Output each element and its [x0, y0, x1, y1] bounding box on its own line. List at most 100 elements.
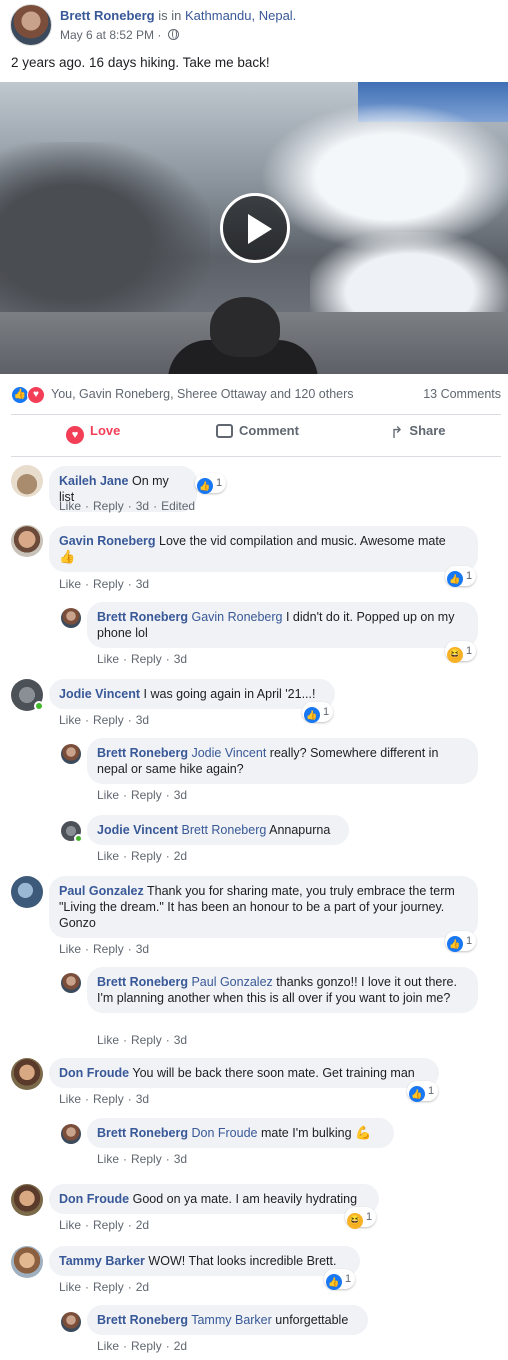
reply-link[interactable]: Reply [93, 713, 124, 727]
comment-author[interactable]: Paul Gonzalez [59, 884, 144, 898]
avatar[interactable] [61, 608, 81, 628]
author-avatar[interactable] [10, 4, 52, 46]
reply-link[interactable]: Reply [131, 1033, 162, 1047]
reaction-badge[interactable]: 😆 1 [345, 1207, 377, 1229]
avatar[interactable] [11, 465, 43, 497]
comment-time[interactable]: 3d [174, 788, 187, 802]
comment-author[interactable]: Brett Roneberg [97, 1126, 188, 1140]
mention-tag[interactable]: Jodie Vincent [191, 746, 266, 760]
like-link[interactable]: Like [59, 713, 81, 727]
comment-author[interactable]: Jodie Vincent [97, 823, 178, 837]
comment-time[interactable]: 3d [136, 499, 149, 513]
reactors-text[interactable]: You, Gavin Roneberg, Sheree Ottaway and … [51, 387, 354, 401]
reaction-icons[interactable]: 👍 ♥ [11, 386, 51, 404]
reaction-badge[interactable]: 👍 1 [195, 473, 227, 494]
comment-text: WOW! That looks incredible Brett. [148, 1254, 337, 1268]
reply-link[interactable]: Reply [93, 499, 124, 513]
comment-author[interactable]: Brett Roneberg [97, 1313, 188, 1327]
reaction-badge[interactable]: 👍 1 [445, 931, 477, 952]
reply-link[interactable]: Reply [131, 1152, 162, 1166]
comment-time[interactable]: 2d [174, 849, 187, 863]
comment-author[interactable]: Brett Roneberg [97, 975, 188, 989]
reply-link[interactable]: Reply [93, 1092, 124, 1106]
avatar[interactable] [11, 876, 43, 908]
comment-actions: Like · Reply · 2d [97, 849, 188, 863]
mention-tag[interactable]: Paul Gonzalez [191, 975, 272, 989]
like-link[interactable]: Like [97, 788, 119, 802]
avatar[interactable] [11, 1184, 43, 1216]
avatar[interactable] [61, 1124, 81, 1144]
comment-time[interactable]: 2d [174, 1339, 187, 1353]
comment-author[interactable]: Don Froude [59, 1192, 129, 1206]
avatar[interactable] [61, 1312, 81, 1332]
comment-actions: Like · Reply · 3d [97, 1152, 188, 1166]
like-link[interactable]: Like [97, 652, 119, 666]
like-icon: 👍 [447, 571, 463, 587]
reaction-badge[interactable]: 👍 1 [302, 702, 334, 723]
love-button[interactable]: ♥ Love [66, 423, 120, 447]
avatar[interactable] [11, 525, 43, 557]
avatar[interactable] [11, 1246, 43, 1278]
comment-author[interactable]: Gavin Roneberg [59, 534, 156, 548]
mention-tag[interactable]: Tammy Barker [191, 1313, 272, 1327]
checkin-location[interactable]: Kathmandu, Nepal. [185, 8, 296, 23]
comment-button[interactable]: Comment [216, 423, 299, 447]
comment-time[interactable]: 3d [174, 1152, 187, 1166]
globe-icon [167, 29, 179, 40]
flexed-biceps-emoji: 💪 [355, 1125, 372, 1140]
comment-author[interactable]: Brett Roneberg [97, 610, 188, 624]
post-header-line: Brett Roneberg is in Kathmandu, Nepal. [60, 8, 296, 23]
post-video[interactable] [0, 82, 508, 374]
comment-time[interactable]: 3d [174, 652, 187, 666]
reply-link[interactable]: Reply [93, 942, 124, 956]
comment-author[interactable]: Kaileh Jane [59, 474, 128, 488]
comment-author[interactable]: Jodie Vincent [59, 687, 140, 701]
post-timestamp[interactable]: May 6 at 8:52 PM [60, 28, 154, 42]
like-link[interactable]: Like [97, 849, 119, 863]
share-button[interactable]: ↱ Share [390, 423, 446, 447]
mention-tag[interactable]: Brett Roneberg [182, 823, 267, 837]
reply-link[interactable]: Reply [131, 849, 162, 863]
edited-label[interactable]: Edited [161, 499, 195, 513]
like-link[interactable]: Like [97, 1033, 119, 1047]
comment-bubble: Jodie Vincent I was going again in April… [49, 679, 335, 709]
comment-time[interactable]: 3d [136, 1092, 149, 1106]
author-name[interactable]: Brett Roneberg [60, 8, 155, 23]
mention-tag[interactable]: Don Froude [191, 1126, 257, 1140]
reaction-badge[interactable]: 👍 1 [324, 1269, 356, 1290]
reply-link[interactable]: Reply [93, 577, 124, 591]
mention-tag[interactable]: Gavin Roneberg [191, 610, 282, 624]
reaction-badge[interactable]: 👍 1 [445, 566, 477, 587]
comment-author[interactable]: Brett Roneberg [97, 746, 188, 760]
like-link[interactable]: Like [59, 499, 81, 513]
reaction-badge[interactable]: 👍 1 [407, 1081, 439, 1102]
reply-link[interactable]: Reply [131, 788, 162, 802]
comment-time[interactable]: 2d [136, 1280, 149, 1294]
comment-author[interactable]: Don Froude [59, 1066, 129, 1080]
like-link[interactable]: Like [97, 1339, 119, 1353]
comment-time[interactable]: 2d [136, 1218, 149, 1232]
avatar[interactable] [61, 744, 81, 764]
play-icon[interactable] [220, 193, 290, 263]
comment-time[interactable]: 3d [136, 713, 149, 727]
comment-author[interactable]: Tammy Barker [59, 1254, 145, 1268]
comment-text: Annapurna [269, 823, 331, 837]
comment-time[interactable]: 3d [174, 1033, 187, 1047]
like-link[interactable]: Like [59, 1092, 81, 1106]
like-link[interactable]: Like [59, 1218, 81, 1232]
comments-count[interactable]: 13 Comments [423, 387, 501, 401]
comment-time[interactable]: 3d [136, 577, 149, 591]
like-link[interactable]: Like [59, 942, 81, 956]
reply-link[interactable]: Reply [93, 1218, 124, 1232]
reply-link[interactable]: Reply [131, 1339, 162, 1353]
like-link[interactable]: Like [59, 1280, 81, 1294]
avatar[interactable] [61, 973, 81, 993]
like-link[interactable]: Like [97, 1152, 119, 1166]
comment-text: unforgettable [275, 1313, 349, 1327]
comment-time[interactable]: 3d [136, 942, 149, 956]
reaction-badge[interactable]: 😆 1 [445, 641, 477, 663]
reply-link[interactable]: Reply [131, 652, 162, 666]
like-link[interactable]: Like [59, 577, 81, 591]
avatar[interactable] [11, 1058, 43, 1090]
reply-link[interactable]: Reply [93, 1280, 124, 1294]
